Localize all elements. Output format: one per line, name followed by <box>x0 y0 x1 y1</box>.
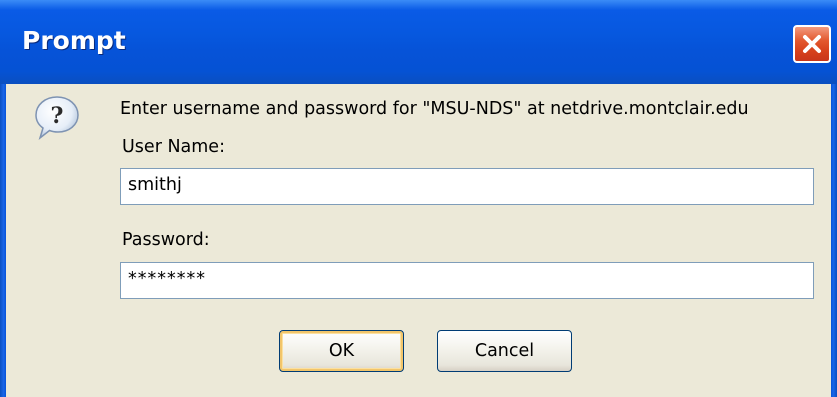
window-frame-right <box>831 84 837 397</box>
password-label: Password: <box>122 230 210 250</box>
username-input[interactable]: smithj <box>120 168 814 205</box>
close-button[interactable] <box>793 25 831 63</box>
title-bar[interactable]: Prompt <box>0 0 837 84</box>
window-title: Prompt <box>22 26 126 55</box>
username-label: User Name: <box>122 137 225 157</box>
cancel-button[interactable]: Cancel <box>437 330 572 372</box>
prompt-message: Enter username and password for "MSU-NDS… <box>120 99 749 119</box>
ok-button[interactable]: OK <box>279 330 404 372</box>
svg-text:?: ? <box>51 103 64 129</box>
ok-button-label: OK <box>328 341 355 361</box>
question-icon: ? <box>35 96 79 141</box>
cancel-button-label: Cancel <box>474 341 535 361</box>
close-icon <box>803 35 821 53</box>
password-input[interactable]: ******** <box>120 262 814 299</box>
